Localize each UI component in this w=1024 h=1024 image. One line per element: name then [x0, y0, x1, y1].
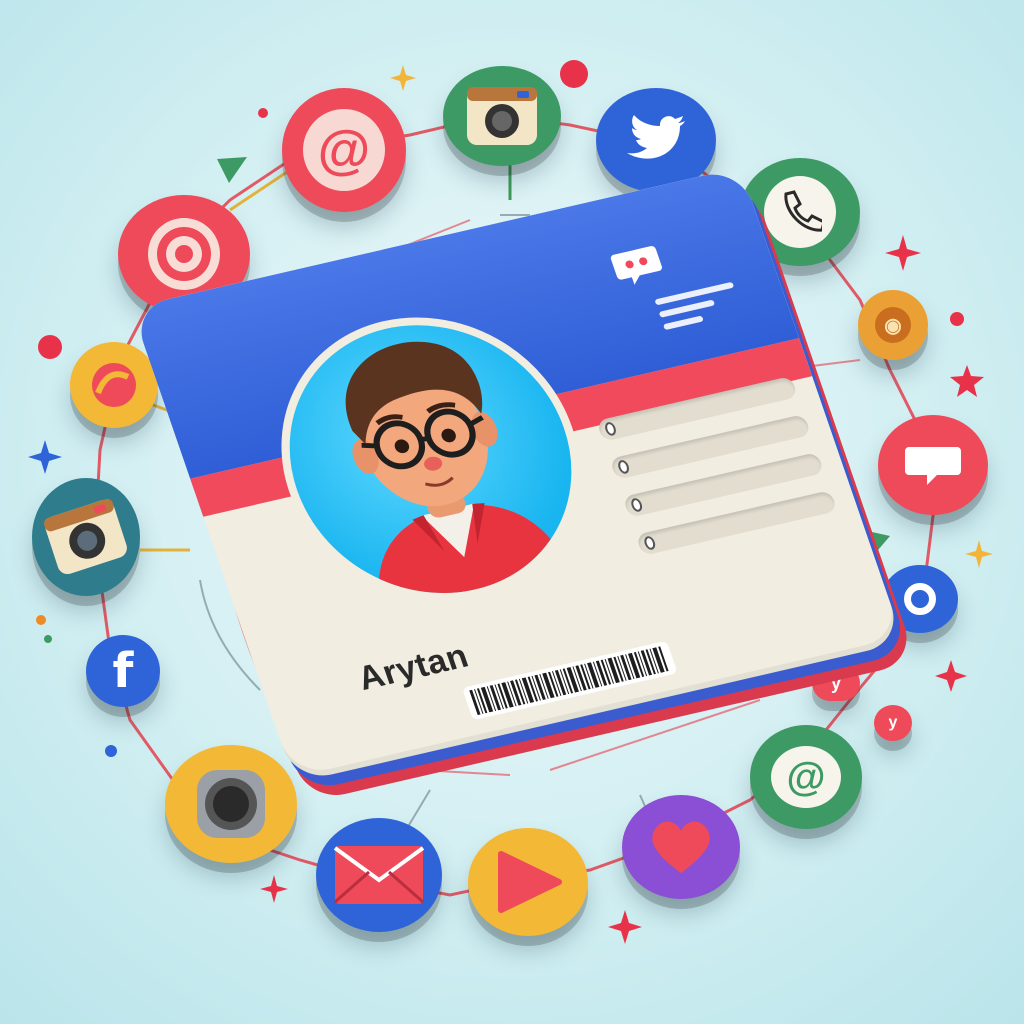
star-icon	[950, 365, 984, 397]
bullet-icon	[642, 535, 657, 551]
dot-icon	[38, 335, 62, 359]
dot-icon	[105, 745, 117, 757]
sparkle-icon	[28, 440, 62, 474]
messenger-icon[interactable]: ◉	[858, 290, 928, 360]
mail-envelope-icon[interactable]	[316, 818, 442, 932]
sparkle-icon	[390, 65, 416, 91]
sparkle-icon	[935, 660, 967, 692]
dot-icon	[44, 635, 52, 643]
chat-swirl-icon[interactable]	[70, 342, 158, 428]
camera-lens-icon[interactable]	[165, 745, 297, 863]
facebook-icon[interactable]: f	[86, 635, 160, 707]
instagram-camera-icon[interactable]	[32, 478, 140, 596]
heart-icon[interactable]	[622, 795, 740, 899]
dot-icon	[258, 108, 268, 118]
sparkle-icon	[885, 235, 921, 271]
card-name: Arytan	[353, 636, 474, 698]
triangle-icon	[217, 157, 247, 183]
play-icon[interactable]	[468, 828, 588, 936]
sparkle-icon	[965, 540, 993, 568]
y-link-icon[interactable]: y	[874, 705, 912, 741]
sparkle-icon	[608, 910, 642, 944]
bullet-icon	[603, 421, 618, 437]
chat-bubble-icon[interactable]	[878, 415, 988, 515]
sparkle-icon	[260, 875, 288, 903]
bullet-icon	[629, 497, 644, 513]
instagram-camera-icon[interactable]	[443, 66, 561, 166]
dot-icon	[560, 60, 588, 88]
dot-icon	[950, 312, 964, 326]
illustration: @ ◉ f y y @ Arytan	[0, 0, 1024, 1024]
dot-icon	[36, 615, 46, 625]
chat-swirl-icon[interactable]: @	[750, 725, 862, 829]
bullet-icon	[616, 459, 631, 475]
email-at-icon[interactable]: @	[282, 88, 406, 212]
